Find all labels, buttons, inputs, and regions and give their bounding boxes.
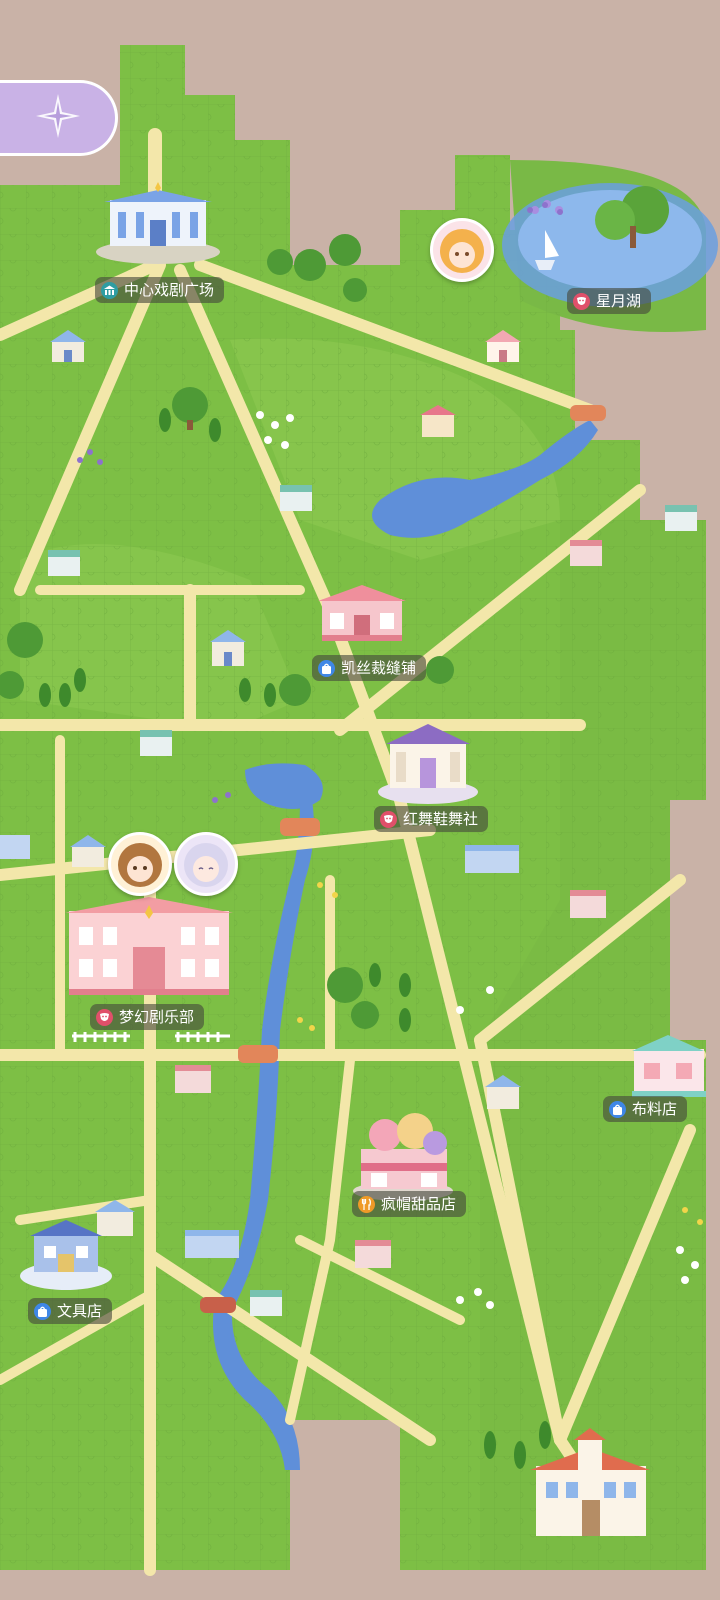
location-label-stationery-store[interactable]: 文具店 [28,1298,113,1324]
theater-mask-icon [96,1008,113,1026]
location-label-red-dance-shoes[interactable]: 红舞鞋舞社 [374,806,489,832]
npc-avatar-brown-hair-boy[interactable] [108,832,172,896]
location-name: 中心戏剧广场 [124,281,215,299]
npc-avatar-blonde-girl[interactable] [430,218,494,282]
shopping-bag-icon [609,1100,626,1118]
hall-icon [101,281,118,299]
town-map[interactable] [0,0,720,1600]
character-portrait-icon [118,843,162,887]
location-name: 布料店 [632,1100,678,1118]
dream-theater-club-building[interactable] [65,897,233,995]
location-name: 文具店 [57,1302,103,1320]
compass-button[interactable] [0,80,118,156]
character-portrait-icon [184,843,228,887]
location-label-kaisi-tailor[interactable]: 凯丝裁缝铺 [312,655,427,681]
npc-avatar-silver-hair-girl[interactable] [174,832,238,896]
theater-mask-icon [380,810,397,828]
character-portrait-icon [440,229,484,273]
shopping-bag-icon [318,659,335,677]
game-map-screen: 中心戏剧广场 星月湖 凯丝裁缝铺 红舞鞋舞社 梦幻剧乐部 布料店 疯帽甜品店 文… [0,0,720,1600]
location-label-fabric-shop[interactable]: 布料店 [603,1096,688,1122]
compass-icon [30,88,86,148]
location-name: 星月湖 [596,292,642,310]
location-name: 梦幻剧乐部 [119,1008,195,1026]
shopping-bag-icon [34,1302,51,1320]
location-label-dream-theater-club[interactable]: 梦幻剧乐部 [90,1004,205,1030]
location-name: 凯丝裁缝铺 [341,659,417,677]
location-label-star-moon-lake[interactable]: 星月湖 [567,288,652,314]
fork-knife-icon [358,1195,375,1213]
location-label-central-plaza[interactable]: 中心戏剧广场 [95,277,225,303]
location-label-mad-hatter-dessert[interactable]: 疯帽甜品店 [352,1191,467,1217]
theater-mask-icon [573,292,590,310]
location-name: 红舞鞋舞社 [403,810,479,828]
location-name: 疯帽甜品店 [381,1195,457,1213]
